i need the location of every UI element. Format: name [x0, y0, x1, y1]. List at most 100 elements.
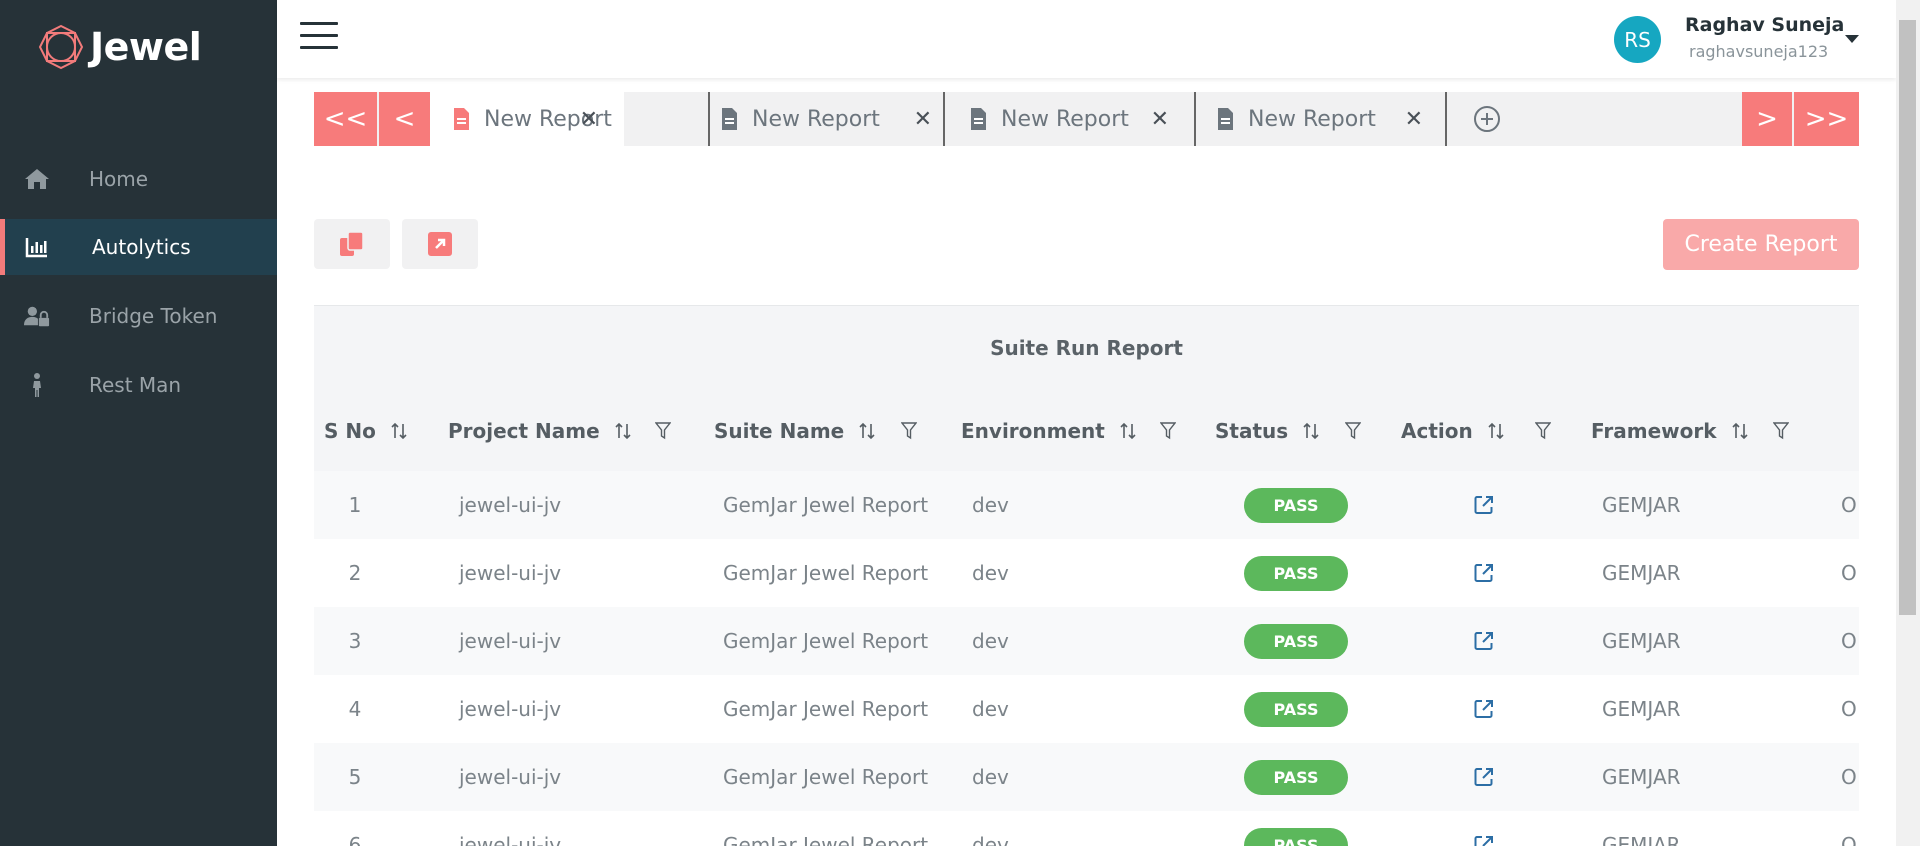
table-row[interactable]: 1 jewel-ui-jv GemJar Jewel Report dev GEMJAR… [314, 471, 1859, 539]
sort-icon[interactable] [1731, 421, 1749, 441]
export-button[interactable] [402, 219, 478, 269]
cell-status: PASS [1244, 471, 1348, 539]
cell-overflow: O [1841, 833, 1857, 846]
cell-action [1473, 743, 1495, 811]
cell-environment: dev [972, 765, 1009, 789]
cell-environment: dev [972, 561, 1009, 585]
cell-action [1473, 811, 1495, 846]
external-link-icon[interactable] [1473, 494, 1495, 516]
first-tab-button[interactable]: << [314, 92, 377, 146]
column-header-suite-name[interactable]: Suite Name [714, 390, 876, 471]
tab-new-report-4[interactable]: New Report ✕ [1196, 92, 1444, 146]
external-link-icon[interactable] [1473, 766, 1495, 788]
filter-icon[interactable] [1160, 422, 1176, 440]
next-tab-button[interactable]: > [1742, 92, 1792, 146]
prev-tab-button[interactable]: < [379, 92, 430, 146]
close-icon[interactable]: ✕ [580, 107, 598, 132]
close-icon[interactable]: ✕ [1405, 107, 1423, 132]
filter-icon[interactable] [1773, 422, 1789, 440]
close-icon[interactable]: ✕ [1151, 107, 1169, 132]
cell-suite-name: GemJar Jewel Report [723, 765, 929, 789]
table-row[interactable]: 6 jewel-ui-jv GemJar Jewel Report dev GEMJAR… [314, 811, 1859, 846]
column-header-sno[interactable]: S No [324, 390, 408, 471]
scrollbar-thumb[interactable] [1899, 20, 1916, 615]
cell-action [1473, 607, 1495, 675]
cell-suite-name: GemJar Jewel Report [723, 493, 929, 517]
sidebar-item-rest-man[interactable]: Rest Man [0, 356, 277, 413]
sidebar-item-label: Home [89, 166, 149, 191]
cell-framework: GEMJAR [1602, 629, 1681, 653]
tab-label: New Report [1248, 106, 1376, 132]
table-row[interactable]: 2 jewel-ui-jv GemJar Jewel Report dev GEMJAR… [314, 539, 1859, 607]
sidebar: Jewel Home Autolytics Bridge Token Rest … [0, 0, 277, 846]
filter-icon[interactable] [1345, 422, 1361, 440]
column-header-environment[interactable]: Environment [961, 390, 1137, 471]
cell-overflow: O [1841, 765, 1857, 789]
sort-icon[interactable] [390, 421, 408, 441]
close-icon[interactable]: ✕ [914, 107, 932, 132]
create-report-button[interactable]: Create Report [1663, 219, 1859, 270]
cell-action [1473, 675, 1495, 743]
table-row[interactable]: 5 jewel-ui-jv GemJar Jewel Report dev GEMJAR… [314, 743, 1859, 811]
last-tab-button[interactable]: >> [1794, 92, 1859, 146]
tab-new-report-1[interactable]: New Report ✕ [430, 92, 624, 146]
cell-project-name: jewel-ui-jv [459, 493, 562, 517]
sort-icon[interactable] [1487, 421, 1505, 441]
sidebar-item-home[interactable]: Home [0, 150, 277, 207]
menu-toggle-icon[interactable] [300, 22, 338, 50]
sort-icon[interactable] [1302, 421, 1320, 441]
add-tab-icon[interactable] [1473, 105, 1501, 133]
column-header-label: Project Name [448, 418, 600, 443]
column-header-label: Action [1401, 418, 1473, 443]
user-name[interactable]: Raghav Suneja [1685, 14, 1844, 36]
sidebar-nav: Home Autolytics Bridge Token Rest Man [0, 150, 277, 425]
sidebar-item-bridge-token[interactable]: Bridge Token [0, 287, 277, 344]
cell-project-name: jewel-ui-jv [459, 561, 562, 585]
column-header-project-name[interactable]: Project Name [448, 390, 632, 471]
table-row[interactable]: 4 jewel-ui-jv GemJar Jewel Report dev GEMJAR… [314, 675, 1859, 743]
cell-sno: 5 [348, 765, 362, 789]
cell-status: PASS [1244, 675, 1348, 743]
sort-icon[interactable] [614, 421, 632, 441]
status-badge: PASS [1244, 827, 1348, 846]
sort-icon[interactable] [1119, 421, 1137, 441]
tab-divider [1445, 92, 1447, 146]
column-header-framework[interactable]: Framework [1591, 390, 1749, 471]
copy-button[interactable] [314, 219, 390, 269]
tab-label: New Report [752, 106, 880, 132]
sidebar-item-label: Bridge Token [89, 303, 218, 328]
external-link-icon[interactable] [1473, 698, 1495, 720]
table-row[interactable]: 3 jewel-ui-jv GemJar Jewel Report dev GEMJAR… [314, 607, 1859, 675]
cell-project-name: jewel-ui-jv [459, 833, 562, 846]
cell-suite-name: GemJar Jewel Report [723, 833, 929, 846]
brand-logo[interactable]: Jewel [38, 24, 202, 70]
cell-suite-name: GemJar Jewel Report [723, 561, 929, 585]
external-link-icon[interactable] [1473, 630, 1495, 652]
column-header-action[interactable]: Action [1401, 390, 1505, 471]
cell-sno: 2 [348, 561, 362, 585]
external-link-icon[interactable] [1473, 834, 1495, 846]
column-header-status[interactable]: Status [1215, 390, 1320, 471]
external-link-icon[interactable] [1473, 562, 1495, 584]
filter-icon[interactable] [1535, 422, 1551, 440]
bar-chart-icon [24, 234, 50, 260]
column-header-label: Environment [961, 418, 1105, 443]
chevron-down-icon[interactable] [1845, 35, 1859, 43]
cell-status: PASS [1244, 811, 1348, 846]
sidebar-item-autolytics[interactable]: Autolytics [0, 219, 277, 275]
cell-environment: dev [972, 833, 1009, 846]
filter-icon[interactable] [901, 422, 917, 440]
status-badge: PASS [1244, 691, 1348, 727]
sort-icon[interactable] [858, 421, 876, 441]
tab-new-report-3[interactable]: New Report ✕ [945, 92, 1193, 146]
report-tab-bar: << < New Report ✕ New Report ✕ New Repor… [314, 92, 1859, 146]
tab-new-report-2[interactable]: New Report ✕ [710, 92, 958, 146]
filter-icon[interactable] [655, 422, 671, 440]
avatar[interactable]: RS [1614, 16, 1661, 63]
cell-overflow: O [1841, 561, 1857, 585]
cell-action [1473, 539, 1495, 607]
cell-status: PASS [1244, 607, 1348, 675]
cell-project-name: jewel-ui-jv [459, 765, 562, 789]
cell-project-name: jewel-ui-jv [459, 629, 562, 653]
sidebar-item-label: Rest Man [89, 372, 182, 397]
